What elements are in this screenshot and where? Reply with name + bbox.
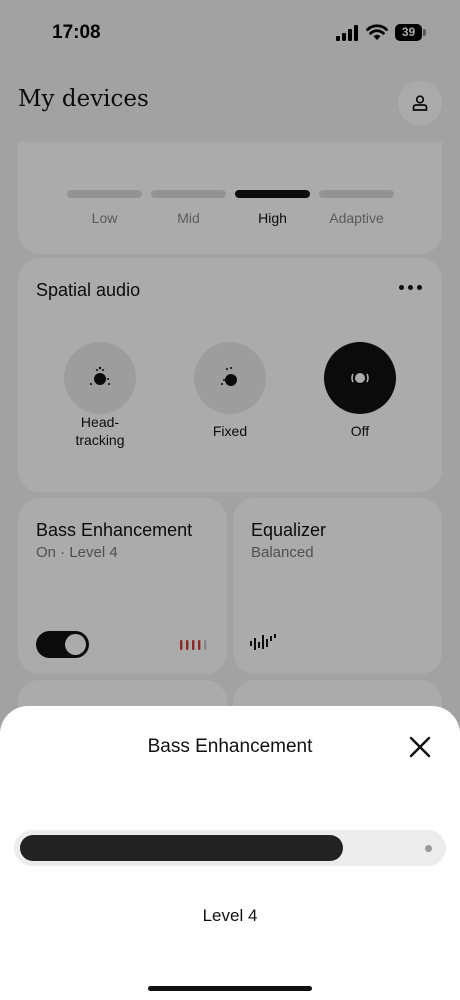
- level-label: Level 4: [202, 906, 258, 925]
- slider-end-dot: [425, 845, 432, 852]
- home-indicator[interactable]: [148, 986, 312, 991]
- slider-fill: [20, 835, 343, 861]
- close-icon[interactable]: [406, 733, 434, 761]
- bass-level-slider[interactable]: [14, 830, 446, 866]
- bass-enhancement-sheet: Bass Enhancement Level 4: [0, 706, 460, 1000]
- sheet-title: Bass Enhancement: [147, 736, 313, 757]
